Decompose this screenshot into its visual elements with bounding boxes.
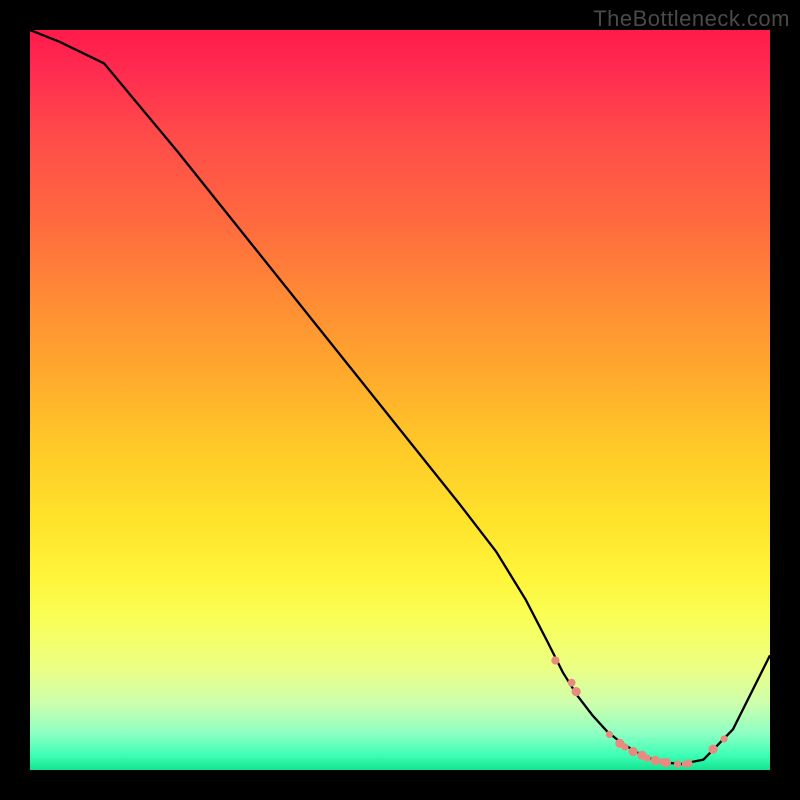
bottleneck-marker bbox=[662, 758, 671, 767]
frame: TheBottleneck.com bbox=[0, 0, 800, 800]
bottleneck-marker bbox=[568, 679, 576, 687]
bottleneck-marker bbox=[629, 747, 638, 756]
bottleneck-marker bbox=[708, 745, 717, 754]
plot-area bbox=[30, 30, 770, 770]
bottleneck-marker bbox=[572, 687, 581, 696]
bottleneck-marker bbox=[621, 743, 628, 750]
bottleneck-marker bbox=[644, 755, 651, 762]
bottleneck-curve bbox=[30, 30, 770, 770]
bottleneck-marker bbox=[551, 656, 559, 664]
bottleneck-marker bbox=[606, 731, 613, 738]
bottleneck-marker bbox=[651, 756, 660, 765]
bottleneck-marker bbox=[674, 760, 681, 767]
bottleneck-marker bbox=[685, 759, 693, 767]
watermark-text: TheBottleneck.com bbox=[593, 6, 790, 32]
bottleneck-marker bbox=[721, 735, 728, 742]
